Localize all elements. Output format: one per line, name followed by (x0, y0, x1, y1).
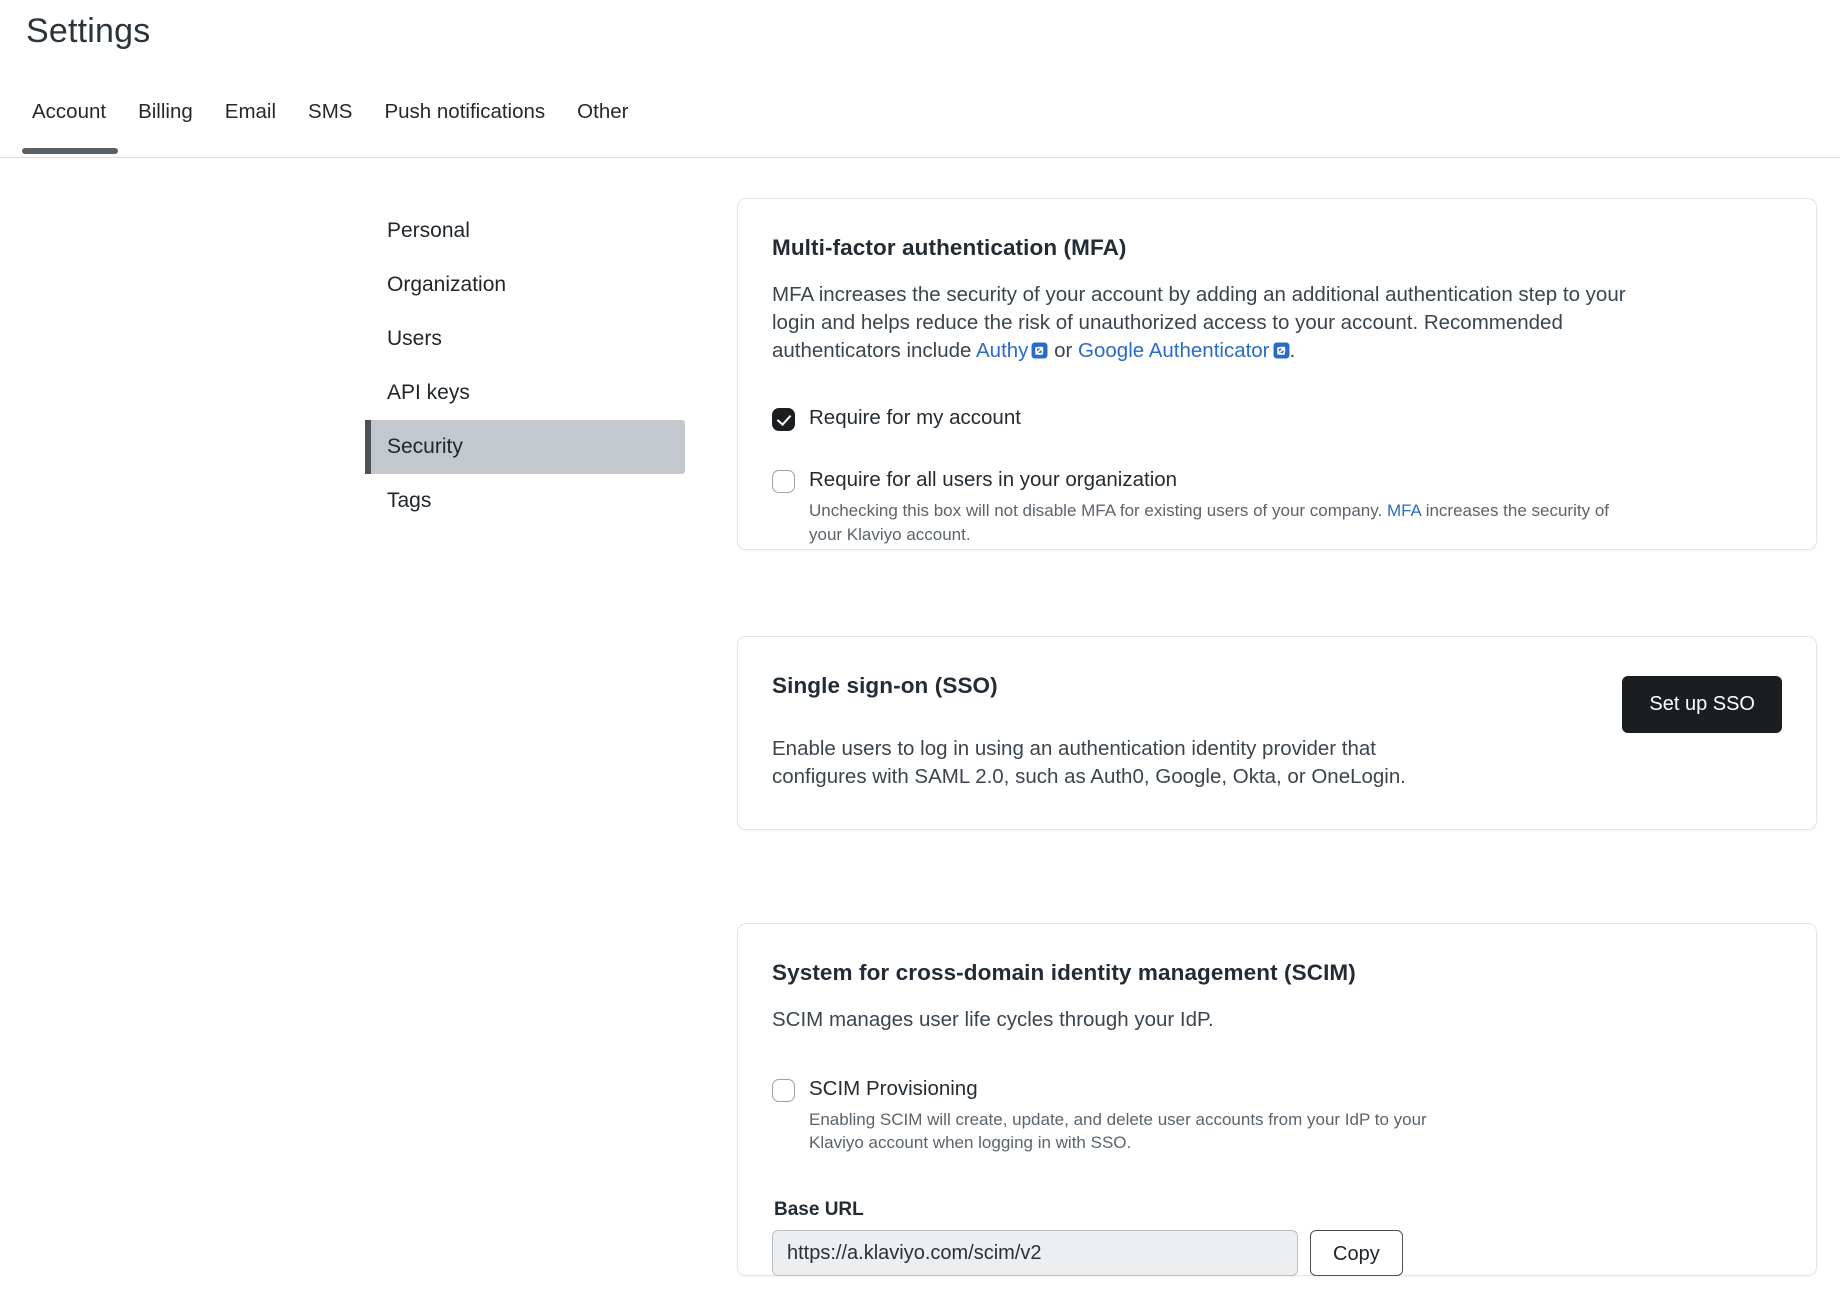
base-url-input[interactable] (772, 1230, 1298, 1276)
sidebar-item-label: Personal (387, 219, 470, 243)
scim-description: SCIM manages user life cycles through yo… (772, 1006, 1632, 1034)
authy-link[interactable]: Authy (976, 339, 1048, 362)
content-area: Personal Organization Users API keys Sec… (0, 158, 1840, 1290)
active-tab-underline (22, 148, 118, 154)
mfa-inline-link[interactable]: MFA (1387, 501, 1421, 520)
external-link-icon (1273, 339, 1290, 367)
checkbox-scim-provisioning-help: Enabling SCIM will create, update, and d… (809, 1108, 1449, 1156)
tab-other[interactable]: Other (561, 96, 644, 124)
checkbox-require-all-users-label: Require for all users in your organizati… (809, 467, 1629, 494)
tab-push-notifications[interactable]: Push notifications (368, 96, 561, 124)
checkbox-scim-provisioning[interactable] (772, 1079, 795, 1102)
sidebar-item-label: API keys (387, 381, 470, 405)
mfa-description: MFA increases the security of your accou… (772, 281, 1632, 367)
mfa-require-all-users-row[interactable]: Require for all users in your organizati… (772, 467, 1782, 546)
sidebar-item-label: Users (387, 327, 442, 351)
scim-card: System for cross-domain identity managem… (737, 923, 1817, 1276)
tab-sms-label: SMS (308, 100, 352, 123)
tab-email-label: Email (225, 100, 276, 123)
sidebar-item-label: Security (387, 435, 463, 459)
checkbox-require-my-account-label: Require for my account (809, 405, 1021, 432)
mfa-require-my-account-row[interactable]: Require for my account (772, 405, 1782, 432)
tab-account[interactable]: Account (18, 96, 122, 124)
sidebar-item-label: Tags (387, 489, 431, 513)
checkbox-require-my-account[interactable] (772, 408, 795, 431)
tab-billing[interactable]: Billing (122, 96, 209, 124)
google-authenticator-link[interactable]: Google Authenticator (1078, 339, 1289, 362)
sidebar-item-tags[interactable]: Tags (365, 474, 685, 528)
sidebar-item-users[interactable]: Users (365, 312, 685, 366)
mfa-description-end: . (1290, 339, 1296, 362)
scim-card-title: System for cross-domain identity managem… (772, 960, 1782, 986)
authy-link-label: Authy (976, 339, 1028, 362)
sidebar-item-api-keys[interactable]: API keys (365, 366, 685, 420)
tab-push-notifications-label: Push notifications (384, 100, 545, 123)
mfa-checkbox-group: Require for my account Require for all u… (772, 405, 1782, 547)
tab-account-label: Account (32, 100, 106, 123)
copy-button[interactable]: Copy (1310, 1230, 1403, 1276)
checkbox-require-all-users-help: Unchecking this box will not disable MFA… (809, 499, 1629, 547)
tab-billing-label: Billing (138, 100, 193, 123)
checkbox-scim-provisioning-label: SCIM Provisioning (809, 1076, 1449, 1103)
sidebar-item-label: Organization (387, 273, 506, 297)
tab-bar: Account Billing Email SMS Push notificat… (0, 96, 1840, 158)
tab-other-label: Other (577, 100, 628, 123)
sidebar-item-personal[interactable]: Personal (365, 204, 685, 258)
tab-sms[interactable]: SMS (292, 96, 368, 124)
set-up-sso-button[interactable]: Set up SSO (1622, 676, 1782, 733)
mfa-card-title: Multi-factor authentication (MFA) (772, 235, 1782, 261)
google-authenticator-link-label: Google Authenticator (1078, 339, 1269, 362)
page-title: Settings (26, 12, 150, 51)
base-url-field-group: Base URL Copy (772, 1199, 1782, 1276)
sidebar-item-security[interactable]: Security (365, 420, 685, 474)
mfa-card: Multi-factor authentication (MFA) MFA in… (737, 198, 1817, 550)
settings-sidenav: Personal Organization Users API keys Sec… (365, 204, 685, 528)
sidebar-item-organization[interactable]: Organization (365, 258, 685, 312)
help-text-part1: Unchecking this box will not disable MFA… (809, 501, 1387, 520)
tab-email[interactable]: Email (209, 96, 292, 124)
sso-description: Enable users to log in using an authenti… (772, 735, 1432, 791)
checkbox-require-all-users[interactable] (772, 470, 795, 493)
sso-card: Single sign-on (SSO) Set up SSO Enable u… (737, 636, 1817, 830)
scim-provisioning-row[interactable]: SCIM Provisioning Enabling SCIM will cre… (772, 1076, 1782, 1155)
base-url-label: Base URL (774, 1199, 1782, 1221)
mfa-description-or: or (1048, 339, 1078, 362)
external-link-icon (1031, 339, 1048, 367)
